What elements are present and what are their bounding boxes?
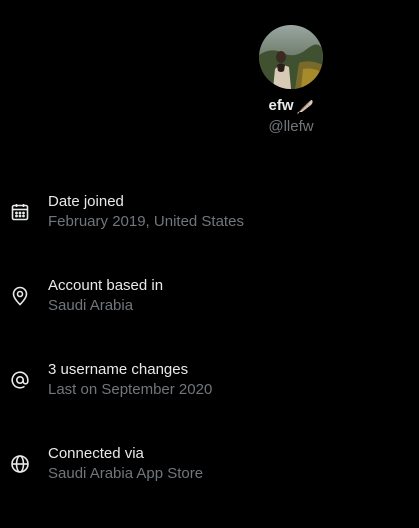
info-subtitle: Saudi Arabia App Store: [48, 465, 204, 482]
display-name-text: efw: [268, 97, 294, 114]
info-row-connected-via: Connected via Saudi Arabia App Store: [0, 444, 419, 488]
info-subtitle: Last on September 2020: [48, 381, 213, 398]
at-sign-icon: [10, 370, 30, 390]
location-pin-icon: [10, 286, 30, 306]
info-row-date-joined: Date joined February 2019, United States: [0, 192, 419, 236]
info-title: Account based in: [48, 277, 164, 294]
info-row-username-changes: 3 username changes Last on September 202…: [0, 360, 419, 404]
globe-icon: [10, 454, 30, 474]
info-row-account-based-in: Account based in Saudi Arabia: [0, 276, 419, 320]
info-title: Connected via: [48, 445, 144, 462]
feather-icon: [296, 97, 314, 115]
avatar[interactable]: [259, 25, 323, 89]
calendar-icon: [10, 202, 30, 222]
info-subtitle: February 2019, United States: [48, 213, 244, 230]
info-title: Date joined: [48, 193, 124, 210]
profile-header: efw @llefw: [232, 25, 350, 137]
info-title: 3 username changes: [48, 361, 189, 378]
handle: @llefw: [268, 118, 314, 135]
info-subtitle: Saudi Arabia: [48, 297, 134, 314]
display-name: efw: [268, 96, 313, 116]
